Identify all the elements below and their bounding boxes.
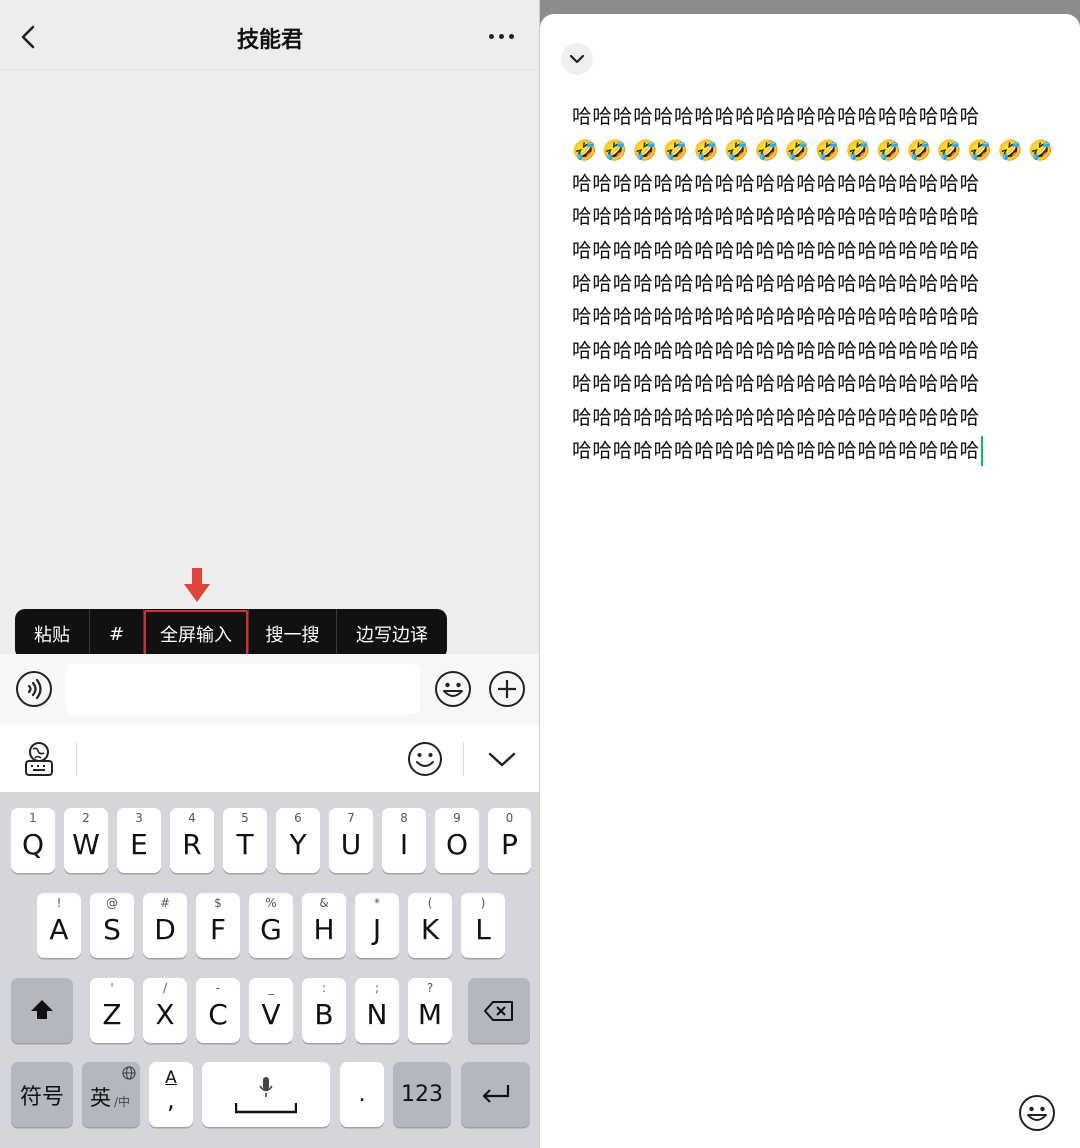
- globe-icon: [122, 1066, 136, 1080]
- menu-item-hashtag[interactable]: #: [90, 609, 144, 659]
- period-key[interactable]: .: [340, 1062, 384, 1127]
- microphone-icon: [259, 1077, 273, 1097]
- key-a[interactable]: ! A: [37, 893, 81, 958]
- editor-line-emoji: 🤣 🤣 🤣 🤣 🤣 🤣 🤣 🤣 🤣 🤣 🤣 🤣 🤣 🤣 🤣 🤣: [572, 133, 1053, 166]
- collapse-button[interactable]: [561, 43, 593, 75]
- punctuation-key[interactable]: A ,: [149, 1062, 193, 1127]
- editor-line: 哈哈哈哈哈哈哈哈哈哈哈哈哈哈哈哈哈哈哈哈: [572, 271, 981, 295]
- emoji-glyph: 🤣: [572, 138, 598, 163]
- editor-line: 哈哈哈哈哈哈哈哈哈哈哈哈哈哈哈哈哈哈哈哈: [572, 105, 981, 128]
- key-k[interactable]: (K: [408, 893, 452, 958]
- emoji-glyph: 🤣: [602, 138, 629, 163]
- emoji-glyph: 🤣: [936, 138, 963, 163]
- key-z[interactable]: ' Z: [90, 978, 134, 1043]
- emoji-icon[interactable]: [434, 670, 472, 708]
- enter-key[interactable]: [461, 1062, 530, 1127]
- key-w[interactable]: 2W: [64, 808, 108, 873]
- key-x[interactable]: / X: [143, 978, 187, 1043]
- numbers-key[interactable]: 123: [393, 1062, 451, 1127]
- emoji-icon[interactable]: [1018, 1094, 1056, 1132]
- editor-line: 哈哈哈哈哈哈哈哈哈哈哈哈哈哈哈哈哈哈哈哈: [572, 372, 981, 396]
- fullscreen-input-screen: 哈哈哈哈哈哈哈哈哈哈哈哈哈哈哈哈哈哈哈哈 🤣 🤣 🤣 🤣 🤣 🤣 🤣 🤣 🤣 🤣 🤣 🤣 🤣 🤣 🤣 🤣 哈哈…: [540, 0, 1080, 1148]
- editor-line-last: 哈哈哈哈哈哈哈哈哈哈哈哈哈哈哈哈哈哈哈哈: [572, 434, 1042, 467]
- keyboard-toolbar: [0, 726, 539, 792]
- key-n[interactable]: ; N: [355, 978, 399, 1043]
- chat-screen: 技能君 粘贴 # 全屏输入 搜一搜 边写边译 1 Q 2 W 3 E 4 R 5…: [0, 0, 540, 1148]
- editor-line: 哈哈哈哈哈哈哈哈哈哈哈哈哈哈哈哈哈哈哈哈: [572, 238, 981, 262]
- red-arrow-down-icon: [184, 568, 210, 602]
- space-key[interactable]: [202, 1062, 330, 1127]
- emoji-glyph: 🤣: [693, 138, 720, 163]
- more-icon[interactable]: [486, 26, 516, 46]
- emoji-glyph: 🤣: [815, 138, 842, 163]
- menu-item-translate-while-typing[interactable]: 边写边译: [337, 609, 447, 659]
- key-e[interactable]: 3E: [117, 808, 161, 873]
- key-p[interactable]: 0P: [488, 808, 531, 873]
- key-j[interactable]: * J: [355, 893, 399, 958]
- key-t[interactable]: 5T: [223, 808, 267, 873]
- chevron-down-icon: [569, 54, 585, 64]
- key-h[interactable]: & H: [302, 893, 346, 958]
- key-y[interactable]: 6Y: [276, 808, 320, 873]
- text-context-menu: 粘贴 # 全屏输入 搜一搜 边写边译: [15, 609, 447, 659]
- editor-line: 哈哈哈哈哈哈哈哈哈哈哈哈哈哈哈哈哈哈哈哈: [572, 338, 981, 362]
- menu-item-search[interactable]: 搜一搜: [249, 609, 337, 659]
- key-s[interactable]: @ S: [90, 893, 134, 958]
- emoji-glyph: 🤣: [876, 138, 902, 163]
- chevron-down-icon[interactable]: [486, 747, 518, 771]
- text-caret: [981, 436, 984, 467]
- key-c[interactable]: -C: [196, 978, 240, 1043]
- backspace-icon: [484, 1001, 513, 1021]
- emoji-glyph: 🤣: [845, 138, 872, 163]
- emoji-glyph: 🤣: [967, 138, 994, 163]
- shift-key[interactable]: [11, 978, 73, 1043]
- emoji-glyph: 🤣: [724, 138, 750, 163]
- key-g[interactable]: % G: [249, 893, 293, 958]
- key-m[interactable]: ? M: [408, 978, 452, 1043]
- keyboard-settings-icon[interactable]: [22, 741, 56, 777]
- emoji-glyph: 🤣: [754, 138, 781, 163]
- editor-line: 哈哈哈哈哈哈哈哈哈哈哈哈哈哈哈哈哈哈哈哈: [572, 405, 981, 429]
- toolbar-divider: [463, 742, 464, 776]
- key-v[interactable]: _ V: [249, 978, 293, 1043]
- soft-keyboard: 1Q 2W 3E 4R 5T 6Y 7U 8I 9O 0P ! A @ S # D $…: [0, 792, 539, 1148]
- key-q[interactable]: 1Q: [11, 808, 55, 873]
- message-input[interactable]: [66, 664, 420, 714]
- emoji-glyph: 🤣: [663, 138, 690, 163]
- editor-line: 哈哈哈哈哈哈哈哈哈哈哈哈哈哈哈哈哈哈哈哈: [572, 171, 981, 195]
- voice-input-icon[interactable]: [15, 670, 53, 708]
- chat-header: 技能君: [0, 0, 539, 70]
- toolbar-divider: [76, 742, 77, 776]
- key-f[interactable]: $ F: [196, 893, 240, 958]
- backspace-key[interactable]: [468, 978, 530, 1043]
- menu-item-paste[interactable]: 粘贴: [15, 609, 90, 659]
- fullscreen-editor-sheet: 哈哈哈哈哈哈哈哈哈哈哈哈哈哈哈哈哈哈哈哈 🤣 🤣 🤣 🤣 🤣 🤣 🤣 🤣 🤣 🤣 🤣 🤣 🤣 🤣 🤣 🤣 哈哈…: [540, 14, 1080, 1148]
- key-d[interactable]: # D: [143, 893, 187, 958]
- emoji-glyph: 🤣: [906, 138, 933, 163]
- emoji-glyph: 🤣: [1028, 138, 1054, 163]
- menu-item-fullscreen-input[interactable]: 全屏输入: [144, 609, 249, 659]
- key-b[interactable]: :B: [302, 978, 346, 1043]
- emoji-glyph: 🤣: [997, 138, 1024, 163]
- key-l[interactable]: ) L: [461, 893, 505, 958]
- shift-icon: [31, 1000, 53, 1019]
- editor-text-area[interactable]: 哈哈哈哈哈哈哈哈哈哈哈哈哈哈哈哈哈哈哈哈 🤣 🤣 🤣 🤣 🤣 🤣 🤣 🤣 🤣 🤣 🤣 🤣 🤣 🤣 🤣 🤣 哈哈…: [572, 100, 1053, 467]
- key-o[interactable]: 9O: [435, 808, 479, 873]
- emoji-glyph: 🤣: [784, 138, 811, 163]
- chat-title: 技能君: [236, 28, 303, 53]
- editor-line: 哈哈哈哈哈哈哈哈哈哈哈哈哈哈哈哈哈哈哈哈: [572, 205, 981, 229]
- symbols-key[interactable]: 符号: [11, 1062, 73, 1127]
- key-i[interactable]: 8I: [382, 808, 426, 873]
- key-u[interactable]: 7U: [329, 808, 373, 873]
- emoji-glyph: 🤣: [632, 138, 659, 163]
- space-bar-icon: [235, 1103, 297, 1114]
- keyboard-emoji-icon[interactable]: [407, 741, 443, 777]
- editor-line-text: 哈哈哈哈哈哈哈哈哈哈哈哈哈哈哈哈哈哈哈哈: [572, 438, 981, 462]
- editor-line: 哈哈哈哈哈哈哈哈哈哈哈哈哈哈哈哈哈哈哈哈: [572, 305, 981, 329]
- language-switch-key[interactable]: 英 /中: [82, 1062, 140, 1127]
- enter-icon: [482, 1085, 510, 1103]
- plus-icon[interactable]: [488, 670, 526, 708]
- key-r[interactable]: 4R: [170, 808, 214, 873]
